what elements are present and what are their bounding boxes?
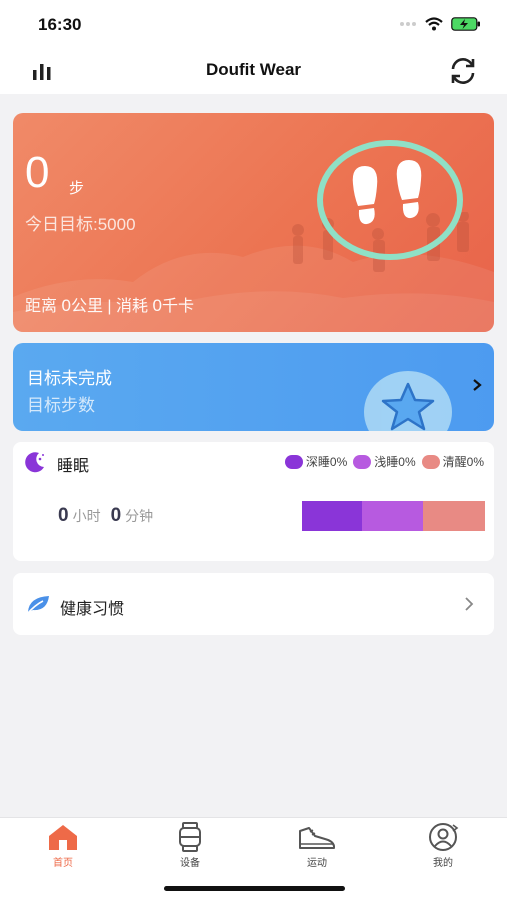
legend-label: 清醒0% (442, 455, 484, 469)
tab-home[interactable]: 首页 (33, 822, 93, 869)
sync-icon (451, 58, 475, 84)
summary-separator: | (107, 298, 112, 315)
sleep-title: 睡眠 (57, 458, 90, 475)
distance-calories-summary: 距离 0公里 | 消耗 0千卡 (25, 292, 194, 316)
tab-profile[interactable]: 我的 (413, 822, 473, 869)
shoe-icon (299, 827, 335, 849)
tab-device[interactable]: 设备 (160, 822, 220, 869)
calories-label: 消耗 (116, 298, 149, 315)
health-habit-label: 健康习惯 (60, 601, 125, 618)
step-count: 0 (25, 148, 50, 197)
step-goal: 今日目标:5000 (25, 215, 136, 234)
sleep-stage-bar (302, 501, 485, 531)
tab-label: 我的 (433, 858, 453, 869)
sleep-hours-unit: 小时 (72, 508, 101, 524)
status-bar: 16:30 (0, 0, 507, 48)
star-icon (381, 382, 435, 431)
chevron-right-icon (465, 597, 474, 611)
tab-label: 设备 (180, 858, 200, 869)
page-title: Doufit Wear (205, 60, 302, 79)
legend-dot (421, 454, 440, 469)
legend-deep-sleep: 深睡0% (284, 453, 348, 470)
wifi-icon (425, 17, 443, 31)
tab-label: 首页 (53, 858, 73, 869)
step-unit: 步 (69, 180, 85, 197)
legend-dot (284, 454, 303, 469)
status-time: 16:30 (38, 15, 82, 34)
footprints-ring (317, 140, 463, 260)
chevron-right-icon (473, 379, 482, 391)
leaf-icon (26, 596, 49, 615)
status-icons (399, 17, 481, 31)
deep-sleep-segment (302, 501, 362, 531)
goal-card[interactable]: 目标未完成 目标步数 (13, 343, 494, 431)
goal-status: 目标未完成 (27, 369, 112, 388)
tab-label: 运动 (307, 858, 327, 869)
steps-card[interactable]: 0 步 今日目标:5000 距离 0公里 | 消耗 0千卡 (13, 113, 494, 332)
home-indicator[interactable] (164, 886, 345, 891)
tab-sport[interactable]: 运动 (287, 822, 347, 869)
sleep-card[interactable]: 睡眠 深睡0% 浅睡0% 清醒0% 0 小时 0 分钟 (13, 442, 494, 561)
battery-charging-icon (451, 17, 480, 31)
distance-value: 0 (61, 296, 71, 315)
sync-button[interactable] (447, 56, 479, 86)
calories-unit: 千卡 (161, 298, 194, 315)
health-habit-row[interactable]: 健康习惯 (13, 573, 494, 635)
signal-icon (400, 22, 416, 26)
sleep-duration: 0 小时 0 分钟 (58, 505, 153, 527)
distance-unit: 公里 (70, 298, 103, 315)
distance-label: 距离 (25, 298, 58, 315)
profile-icon (429, 823, 459, 851)
sleep-minutes-unit: 分钟 (125, 508, 154, 524)
moon-icon (25, 452, 44, 473)
sleep-hours: 0 (58, 505, 69, 526)
footprints-icon (352, 160, 422, 225)
light-sleep-segment (362, 501, 423, 531)
legend-light-sleep: 浅睡0% (353, 453, 416, 470)
goal-subtitle: 目标步数 (27, 396, 95, 415)
top-navbar: Doufit Wear (0, 48, 507, 94)
home-icon (49, 825, 77, 850)
legend-dot (353, 454, 372, 469)
watch-icon (179, 822, 201, 852)
legend-awake: 清醒0% (421, 453, 484, 470)
awake-segment (423, 501, 485, 531)
star-badge (364, 371, 452, 431)
sleep-minutes: 0 (110, 505, 122, 526)
legend-label: 浅睡0% (374, 455, 416, 469)
sleep-legend: 深睡0% 浅睡0% 清醒0% (283, 453, 484, 470)
calories-value: 0 (152, 296, 162, 315)
legend-label: 深睡0% (305, 455, 348, 469)
